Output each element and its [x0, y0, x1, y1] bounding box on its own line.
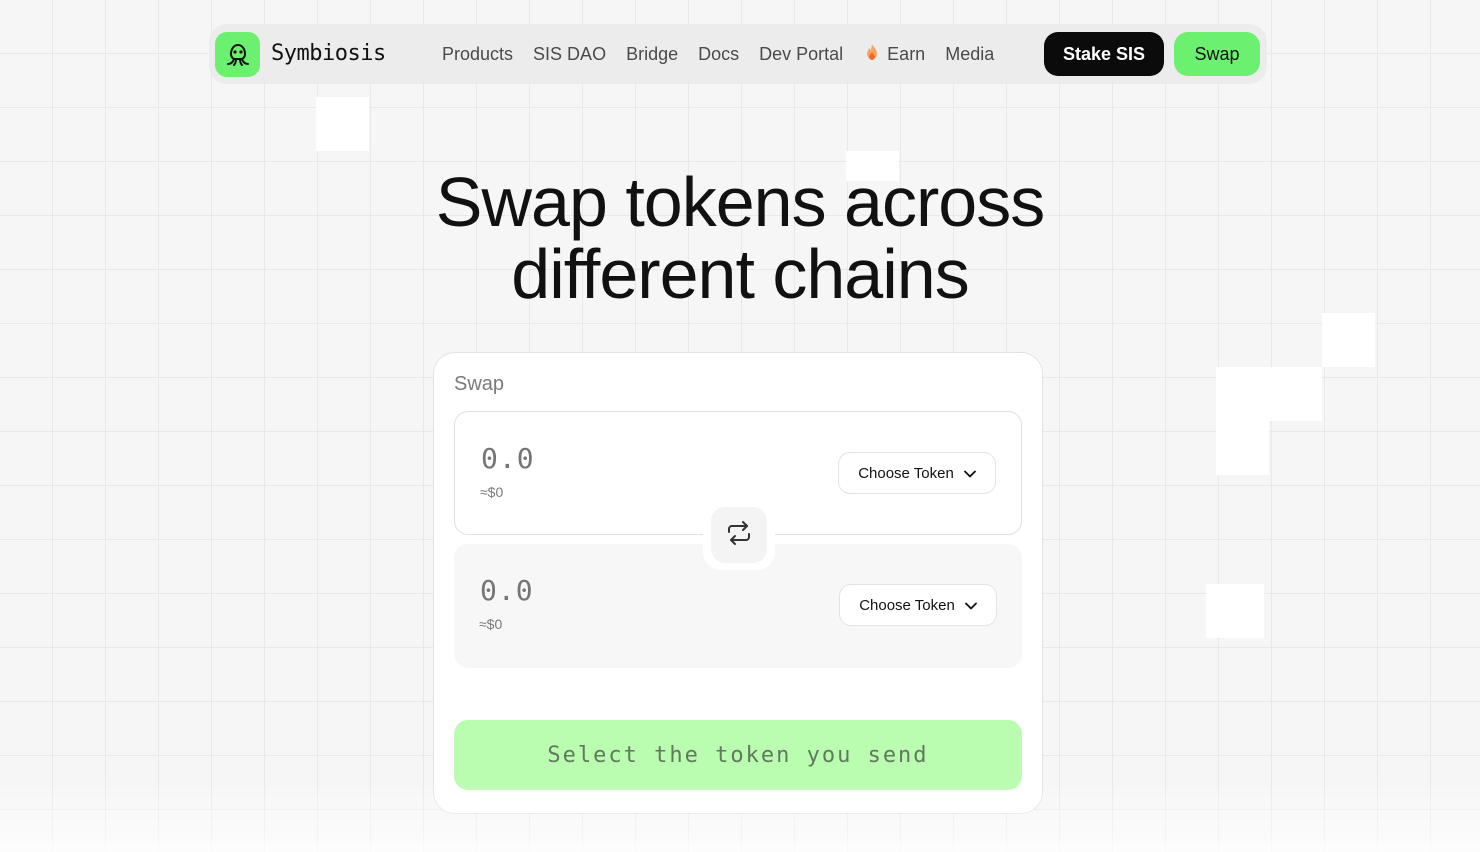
- chevron-down-icon: [963, 465, 976, 482]
- to-amount-input[interactable]: [480, 574, 780, 607]
- page-title: Swap tokens across different chains: [300, 166, 1180, 310]
- grid-tile: [1216, 367, 1322, 421]
- page-title-line-1: Swap tokens across: [435, 163, 1045, 241]
- brand-name[interactable]: Symbiosis: [271, 41, 386, 66]
- swap-card: Swap ≈$0 Choose Token ≈$0 Choose Token: [433, 352, 1043, 814]
- switch-direction-wrapper: [703, 500, 775, 570]
- nav-link-earn[interactable]: Earn: [863, 43, 925, 66]
- page-title-line-2: different chains: [511, 235, 969, 313]
- nav-link-docs[interactable]: Docs: [698, 44, 739, 65]
- grid-tile: [1322, 313, 1375, 367]
- nav-link-earn-label: Earn: [887, 44, 926, 64]
- to-usd-value: ≈$0: [479, 616, 503, 632]
- swap-arrows-icon: [725, 520, 753, 550]
- grid-tile: [1216, 421, 1269, 475]
- nav-link-media[interactable]: Media: [945, 44, 994, 65]
- nav-link-dev-portal[interactable]: Dev Portal: [759, 44, 843, 65]
- from-choose-token-button[interactable]: Choose Token: [838, 452, 996, 494]
- nav-link-sis-dao[interactable]: SIS DAO: [533, 44, 606, 65]
- from-amount-input[interactable]: [481, 442, 781, 475]
- nav-links: Products SIS DAO Bridge Docs Dev Portal …: [442, 43, 1014, 66]
- fire-icon: [865, 43, 879, 66]
- swap-card-title: Swap: [454, 373, 505, 395]
- switch-direction-button[interactable]: [711, 507, 767, 563]
- grid-tile: [316, 97, 369, 151]
- nav-link-bridge[interactable]: Bridge: [626, 44, 678, 65]
- nav-link-products[interactable]: Products: [442, 44, 513, 65]
- to-choose-token-button[interactable]: Choose Token: [839, 584, 997, 626]
- grid-tile: [1206, 584, 1264, 638]
- select-token-cta-button[interactable]: Select the token you send: [454, 720, 1022, 790]
- chevron-down-icon: [964, 597, 977, 614]
- from-choose-token-label: Choose Token: [858, 464, 954, 482]
- logo-icon[interactable]: [215, 32, 260, 77]
- top-navbar: Symbiosis Products SIS DAO Bridge Docs D…: [209, 24, 1267, 84]
- to-choose-token-label: Choose Token: [859, 596, 955, 614]
- swap-nav-button[interactable]: Swap: [1174, 32, 1260, 76]
- from-usd-value: ≈$0: [480, 484, 504, 500]
- stake-sis-button[interactable]: Stake SIS: [1044, 32, 1164, 76]
